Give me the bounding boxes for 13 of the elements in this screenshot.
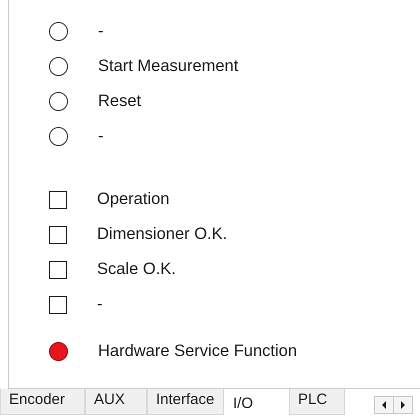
indicator-label: Reset bbox=[98, 92, 142, 111]
indicator-label: Dimensioner O.K. bbox=[97, 225, 228, 244]
indicator-label: Start Measurement bbox=[98, 57, 238, 76]
indicator-label: Scale O.K. bbox=[97, 260, 176, 279]
tab[interactable]: AUX bbox=[85, 389, 147, 415]
indicator-label: - bbox=[98, 127, 104, 146]
indicator-label: Hardware Service Function bbox=[98, 342, 297, 361]
tab[interactable]: Encoder bbox=[0, 389, 85, 415]
tab[interactable]: PLC bbox=[289, 389, 345, 415]
tab[interactable]: Interface bbox=[147, 389, 224, 415]
indicator-label: Operation bbox=[97, 190, 170, 209]
indicator-label: - bbox=[97, 295, 102, 314]
indicator-label: - bbox=[98, 22, 104, 41]
